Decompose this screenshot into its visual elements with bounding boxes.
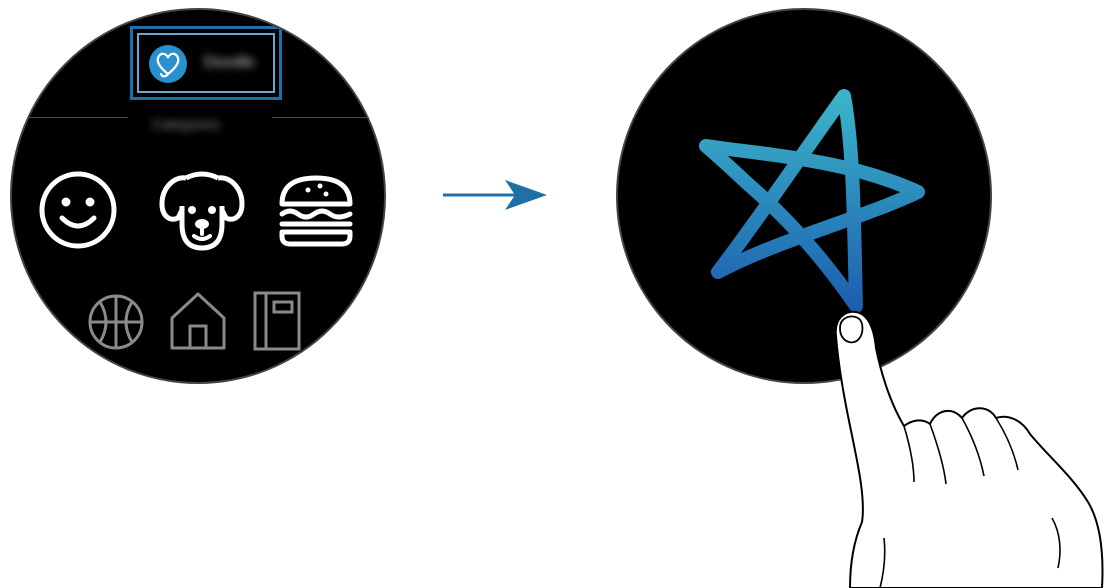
divider-left xyxy=(28,117,128,118)
dog-face-icon[interactable] xyxy=(156,166,248,252)
smiley-face-icon[interactable] xyxy=(38,170,118,250)
basketball-icon[interactable] xyxy=(86,292,146,352)
arrow-right-icon xyxy=(443,178,549,212)
home-icon[interactable] xyxy=(168,290,228,352)
section-label: Categories xyxy=(152,116,220,132)
watch-screen-left: Doodle Categories xyxy=(10,8,386,384)
heart-icon[interactable] xyxy=(148,44,188,84)
notebook-icon[interactable] xyxy=(252,290,302,352)
finger-draw-icon xyxy=(826,306,1107,588)
burger-icon[interactable] xyxy=(276,170,356,250)
mode-label[interactable]: Doodle xyxy=(204,54,255,72)
divider-right xyxy=(272,117,372,118)
